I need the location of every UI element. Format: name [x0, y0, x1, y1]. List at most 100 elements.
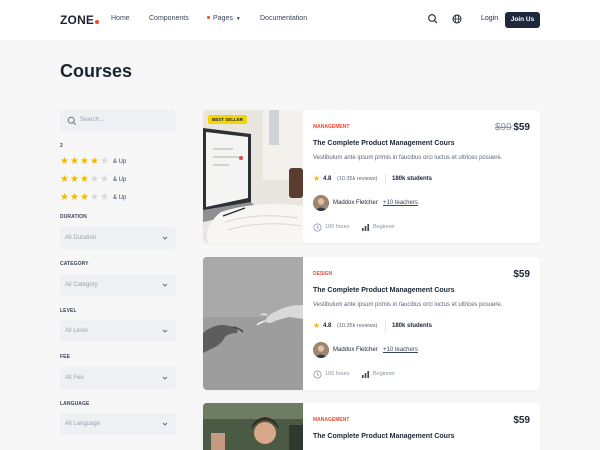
search-input[interactable]: Search... — [60, 110, 176, 132]
category-select[interactable]: All Category — [60, 274, 176, 296]
rating-text: & Up — [113, 177, 127, 183]
nav-link-home[interactable]: Home — [111, 15, 130, 22]
star-icon: ★ — [90, 174, 99, 185]
course-title[interactable]: The Complete Product Management Cours — [313, 287, 455, 294]
avatar — [313, 342, 329, 358]
course-image — [203, 257, 303, 390]
course-card[interactable]: BEST SELLER MANAGEMENT $99 $59 The Compl… — [203, 110, 540, 243]
active-dot — [207, 16, 210, 19]
search-icon — [67, 116, 77, 126]
instructor-name: Maddox Fletcher — [333, 200, 378, 206]
page-title: Courses — [60, 61, 133, 81]
nav-link-components[interactable]: Components — [149, 15, 189, 22]
course-level: Beginner — [373, 224, 396, 230]
course-price: $59 — [513, 122, 530, 133]
logo-dot — [95, 20, 100, 24]
fee-select[interactable]: All Fee — [60, 367, 176, 389]
star-icon: ★ — [80, 156, 89, 167]
course-level: Beginner — [373, 371, 396, 377]
course-students: 180k students — [392, 323, 433, 329]
search-placeholder: Search... — [80, 117, 105, 123]
teachers-link[interactable]: +10 teachers — [383, 347, 418, 353]
duration-select[interactable]: All Duration — [60, 227, 176, 249]
chevron-down-icon: ▼ — [235, 16, 241, 22]
star-icon: ★ — [100, 156, 109, 167]
search-icon[interactable] — [427, 13, 439, 25]
star-icon: ★ — [70, 192, 79, 203]
join-button[interactable]: Join Us — [505, 12, 540, 28]
rating-option-3[interactable]: ★★★★★ & Up — [60, 175, 176, 185]
star-icon: ★ — [80, 192, 89, 203]
star-icon: ★ — [100, 174, 109, 185]
star-icon: ★ — [60, 192, 69, 203]
star-icon: ★ — [313, 174, 321, 183]
course-title[interactable]: The Complete Product Management Cours — [313, 140, 455, 147]
course-rating: 4.8 — [323, 176, 332, 182]
best-seller-badge: BEST SELLER — [208, 115, 248, 124]
star-icon: ★ — [60, 156, 69, 167]
course-price: $59 — [513, 269, 530, 280]
login-link[interactable]: Login — [481, 15, 498, 22]
clock-icon — [313, 370, 322, 379]
chevron-down-icon — [162, 329, 168, 333]
rating-option-3b[interactable]: ★★★★★ & Up — [60, 193, 176, 203]
chevron-down-icon — [162, 376, 168, 380]
course-description: Vestibulum ante ipsum primis in faucibus… — [313, 155, 503, 161]
course-title[interactable]: The Complete Product Management Cours — [313, 433, 455, 440]
level-label: LEVEL — [60, 308, 77, 314]
nav-link-pages[interactable]: Pages ▼ — [207, 15, 241, 22]
course-category: MANAGEMENT — [313, 417, 350, 423]
course-price: $59 — [513, 415, 530, 426]
star-icon: ★ — [100, 192, 109, 203]
course-reviews: (10.35k reviews) — [337, 176, 378, 182]
logo[interactable]: ZONE — [60, 13, 100, 27]
level-bars-icon — [362, 371, 369, 378]
select-value: All Fee — [65, 375, 84, 381]
chevron-down-icon — [162, 236, 168, 240]
star-icon: ★ — [90, 192, 99, 203]
select-value: All Category — [65, 282, 98, 288]
rating-text: & Up — [113, 195, 127, 201]
duration-label: DURATION — [60, 214, 87, 220]
rating-option-4[interactable]: ★★★★★ & Up — [60, 157, 176, 167]
course-category: DESIGN — [313, 271, 333, 277]
course-hours: 100 hours — [325, 224, 350, 230]
globe-icon[interactable] — [451, 13, 463, 25]
course-hours: 100 hours — [325, 371, 350, 377]
course-card[interactable]: MANAGEMENT $59 The Complete Product Mana… — [203, 403, 540, 450]
course-category: MANAGEMENT — [313, 124, 350, 130]
teachers-link[interactable]: +10 teachers — [383, 200, 418, 206]
course-description: Vestibulum ante ipsum primis in faucibus… — [313, 302, 503, 308]
select-value: All Duration — [65, 235, 97, 241]
course-image: BEST SELLER — [203, 110, 303, 243]
course-students: 180k students — [392, 176, 433, 182]
rating-text: & Up — [113, 159, 127, 165]
star-icon: ★ — [70, 174, 79, 185]
star-icon: ★ — [90, 156, 99, 167]
select-value: All Level — [65, 328, 88, 334]
chevron-down-icon — [162, 283, 168, 287]
fee-label: FEE — [60, 354, 71, 360]
divider — [385, 174, 386, 185]
course-image — [203, 403, 303, 450]
star-icon: ★ — [80, 174, 89, 185]
avatar — [313, 195, 329, 211]
course-card[interactable]: DESIGN $59 The Complete Product Manageme… — [203, 257, 540, 390]
star-icon: ★ — [313, 321, 321, 330]
course-rating: 4.8 — [323, 323, 332, 329]
select-value: All Language — [65, 421, 101, 427]
top-navbar: ZONE Home Components Pages ▼ Documentatio… — [0, 0, 600, 40]
chevron-down-icon — [162, 422, 168, 426]
level-select[interactable]: All Level — [60, 320, 176, 342]
course-old-price: $99 — [495, 122, 512, 133]
language-select[interactable]: All Language — [60, 413, 176, 435]
star-icon: ★ — [60, 174, 69, 185]
level-bars-icon — [362, 224, 369, 231]
nav-link-documentation[interactable]: Documentation — [260, 15, 307, 22]
rating-label: 2 — [60, 143, 63, 149]
divider — [385, 321, 386, 332]
star-icon: ★ — [70, 156, 79, 167]
course-reviews: (10.35k reviews) — [337, 323, 378, 329]
language-label: LANGUAGE — [60, 401, 90, 407]
clock-icon — [313, 223, 322, 232]
